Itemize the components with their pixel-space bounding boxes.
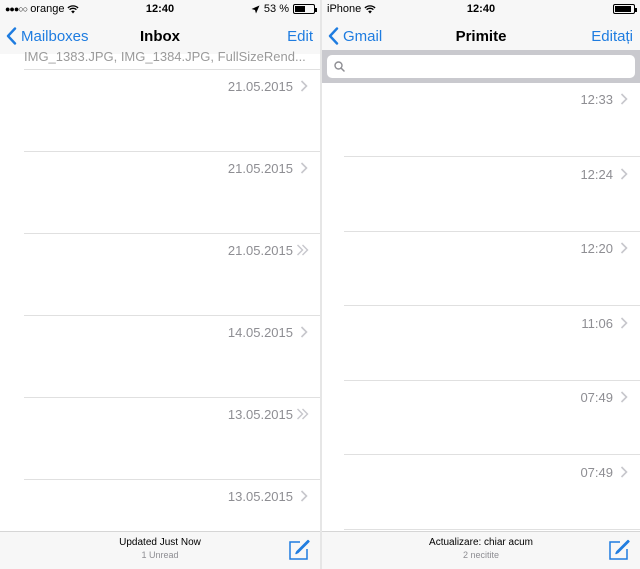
back-button-label: Mailboxes xyxy=(21,27,89,45)
message-row[interactable]: 07:49 xyxy=(322,456,640,530)
battery-icon xyxy=(293,4,317,14)
compose-icon[interactable] xyxy=(608,539,630,561)
wifi-icon xyxy=(67,4,80,13)
message-time: 07:49 xyxy=(580,390,613,405)
message-time: 07:49 xyxy=(580,464,613,480)
chevron-right-icon xyxy=(300,162,308,177)
double-chevron-right-icon xyxy=(296,244,310,259)
message-row[interactable]: 21.05.2015 xyxy=(0,152,320,234)
message-row[interactable]: 14.05.2015 xyxy=(0,316,320,398)
chevron-right-icon xyxy=(620,316,628,332)
wifi-icon xyxy=(364,4,376,13)
double-chevron-right-icon xyxy=(296,408,310,423)
message-row[interactable]: 21.05.2015 xyxy=(0,234,320,316)
search-input[interactable] xyxy=(327,55,635,78)
message-time: 12:24 xyxy=(580,166,613,182)
back-button-label: Gmail xyxy=(343,27,383,45)
message-date: 13.05.2015 xyxy=(227,489,293,504)
bottom-toolbar: Actualizare: chiar acum 2 necitite xyxy=(322,531,640,569)
chevron-right-icon xyxy=(300,490,308,505)
location-arrow-icon xyxy=(251,5,260,13)
chevron-left-icon xyxy=(6,27,17,45)
right-screen: iPhone 12:40 Gmail Primite Editați 12:33… xyxy=(322,0,640,569)
status-bar: ●●●○○ orange 12:40 53 % xyxy=(0,0,320,18)
message-row[interactable]: 12:24 xyxy=(322,158,640,232)
edit-button[interactable]: Edit xyxy=(287,28,320,45)
bottom-toolbar: Updated Just Now 1 Unread xyxy=(0,531,320,569)
message-date: 21.05.2015 xyxy=(227,243,293,258)
nav-bar: Mailboxes Inbox Edit xyxy=(0,18,320,54)
signal-icon: ●●●○○ xyxy=(5,4,28,14)
row-separator xyxy=(344,528,640,530)
message-row[interactable]: 12:20 xyxy=(322,232,640,306)
message-row[interactable]: 07:49 xyxy=(322,381,640,455)
battery-percent: 53 % xyxy=(263,3,289,15)
battery-icon xyxy=(613,4,637,14)
message-date: 14.05.2015 xyxy=(227,325,293,340)
status-bar: iPhone 12:40 xyxy=(322,0,640,18)
chevron-left-icon xyxy=(328,27,339,45)
message-time: 12:20 xyxy=(580,241,613,256)
message-row[interactable]: 21.05.2015 xyxy=(0,70,320,152)
edit-button[interactable]: Editați xyxy=(591,28,640,45)
update-status: Actualizare: chiar acum xyxy=(429,537,533,548)
message-row[interactable]: 12:33 xyxy=(322,83,640,157)
back-button[interactable]: Mailboxes xyxy=(0,27,89,45)
chevron-right-icon xyxy=(620,465,628,481)
unread-count: 1 Unread xyxy=(141,550,179,560)
back-button[interactable]: Gmail xyxy=(322,27,382,45)
message-time: 12:33 xyxy=(580,92,613,107)
update-status: Updated Just Now xyxy=(119,537,201,548)
chevron-right-icon xyxy=(620,167,628,183)
chevron-right-icon xyxy=(300,80,308,95)
chevron-right-icon xyxy=(620,93,628,108)
message-date: 21.05.2015 xyxy=(227,161,293,176)
message-preview-fragment: IMG_1383.JPG, IMG_1384.JPG, FullSizeRend… xyxy=(24,50,306,64)
left-screen: ●●●○○ orange 12:40 53 % Mailboxes Inbox … xyxy=(0,0,320,569)
unread-count: 2 necitite xyxy=(462,550,500,560)
message-date: 13.05.2015 xyxy=(227,407,293,422)
nav-bar: Gmail Primite Editați xyxy=(322,18,640,54)
carrier-label: iPhone xyxy=(327,3,362,15)
message-row[interactable]: 11:06 xyxy=(322,307,640,381)
message-row[interactable]: 13.05.2015 xyxy=(0,398,320,480)
search-bar xyxy=(322,50,640,83)
message-date: 21.05.2015 xyxy=(227,79,293,94)
chevron-right-icon xyxy=(620,242,628,257)
message-time: 11:06 xyxy=(581,315,613,331)
chevron-right-icon xyxy=(300,326,308,341)
carrier-label: orange xyxy=(30,3,65,15)
chevron-right-icon xyxy=(620,391,628,406)
compose-icon[interactable] xyxy=(288,539,310,561)
search-icon xyxy=(334,61,345,72)
